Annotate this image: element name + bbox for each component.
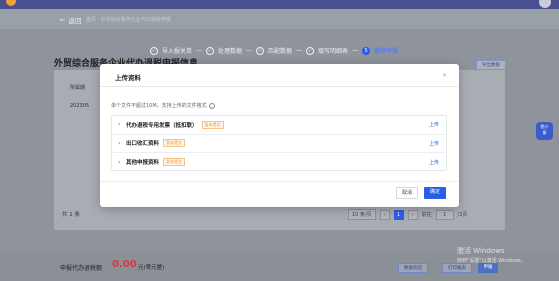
print-button[interactable]: 打印报表 [442,263,472,273]
validate-button[interactable]: 数据校验 [398,263,428,273]
confirm-button[interactable]: 确定 [424,187,446,199]
item-label: 出口收汇资料 [126,141,160,148]
page-button[interactable]: 1 [393,209,404,220]
list-item[interactable]: › 出口收汇资料 暂未提交 上传 [112,135,446,153]
refund-unit: 元(零元整) [138,265,165,271]
pagination: 10 条/页 ‹ 1 › 前往 1 /1页 [348,209,468,220]
chevron-right-icon: › [118,139,121,147]
windows-watermark-sub: 转到"设置"以激活 Windows。 [457,258,526,264]
app-logo-icon [6,0,16,6]
next-page-button[interactable]: › [407,209,418,220]
step-label-active: 提交申报 [374,48,399,55]
upload-link[interactable]: 上传 [429,159,439,166]
page-size-select[interactable]: 10 条/页 [348,209,376,220]
step-label: 处理数据 [218,48,243,55]
top-bar [0,0,559,9]
divider [100,181,459,182]
item-label: 代办退税专用发票（抵扣联） [126,122,198,129]
check-icon: ✓ [306,46,315,55]
info-icon[interactable]: i [208,102,215,109]
avatar[interactable] [539,0,551,8]
step-label: 导入报关单 [162,48,193,55]
assistant-robot-icon[interactable]: 税小 蜜 [536,122,553,140]
windows-watermark: 激活 Windows [457,247,505,255]
step-separator: — [196,47,203,54]
chevron-right-icon: › [118,121,121,129]
stepper: ✓ 导入报关单 — ✓ 处理数据 — ✓ 匹配数据 — ✓ 填写明细表 — 5 … [150,46,398,55]
arrow-left-icon: ← [60,16,66,24]
step-number: 5 [362,46,371,55]
dialog-title: 上传资料 [115,74,141,82]
page-suffix: /1页 [457,212,468,218]
goto-label: 前往 [421,212,432,218]
step-label: 填写明细表 [318,48,349,55]
step-separator: — [246,47,253,54]
step-separator: — [296,47,303,54]
chevron-right-icon: › [118,158,121,166]
cancel-button[interactable]: 取消 [396,187,418,199]
check-icon: ✓ [206,46,215,55]
export-button[interactable]: 导出数据 [476,60,506,70]
upload-link[interactable]: 上传 [429,140,439,147]
upload-link[interactable]: 上传 [429,121,439,128]
status-badge: 暂未提交 [201,120,224,129]
list-item[interactable]: › 代办退税专用发票（抵扣联） 暂未提交 上传 [112,116,446,135]
refund-amount: 0.00 [112,259,137,270]
breadcrumb-bar [0,9,559,29]
refund-label: 申报代办退税额 [60,265,103,272]
breadcrumb: 首页 · 外贸综合服务企业代办退税申报 [86,17,171,23]
back-button[interactable]: ← 返回 [60,15,81,25]
prev-page-button[interactable]: ‹ [379,209,390,220]
divider [100,86,459,87]
step-label: 匹配数据 [268,48,293,55]
check-icon: ✓ [256,46,265,55]
status-badge: 暂未提交 [163,158,186,167]
status-badge: 暂未提交 [163,139,186,148]
upload-dialog: 上传资料 × 单个文件不超过10M，支持上传的文件格式 i › 代办退税专用发票… [100,64,459,207]
total-count: 共 1 条 [62,212,80,218]
close-icon[interactable]: × [442,72,447,79]
upload-list: › 代办退税专用发票（抵扣联） 暂未提交 上传 › 出口收汇资料 暂未提交 上传… [111,115,447,171]
step-separator: — [352,47,359,54]
check-icon: ✓ [150,46,158,55]
upload-note: 单个文件不超过10M，支持上传的文件格式 i [111,102,215,109]
table-cell: 202305 [70,103,90,109]
list-item[interactable]: › 其他申报资料 暂未提交 上传 [112,153,446,170]
table-header: 所属期 [70,85,86,91]
item-label: 其他申报资料 [126,160,160,167]
goto-input[interactable]: 1 [435,209,454,220]
declare-button[interactable]: 申报 [478,263,498,273]
